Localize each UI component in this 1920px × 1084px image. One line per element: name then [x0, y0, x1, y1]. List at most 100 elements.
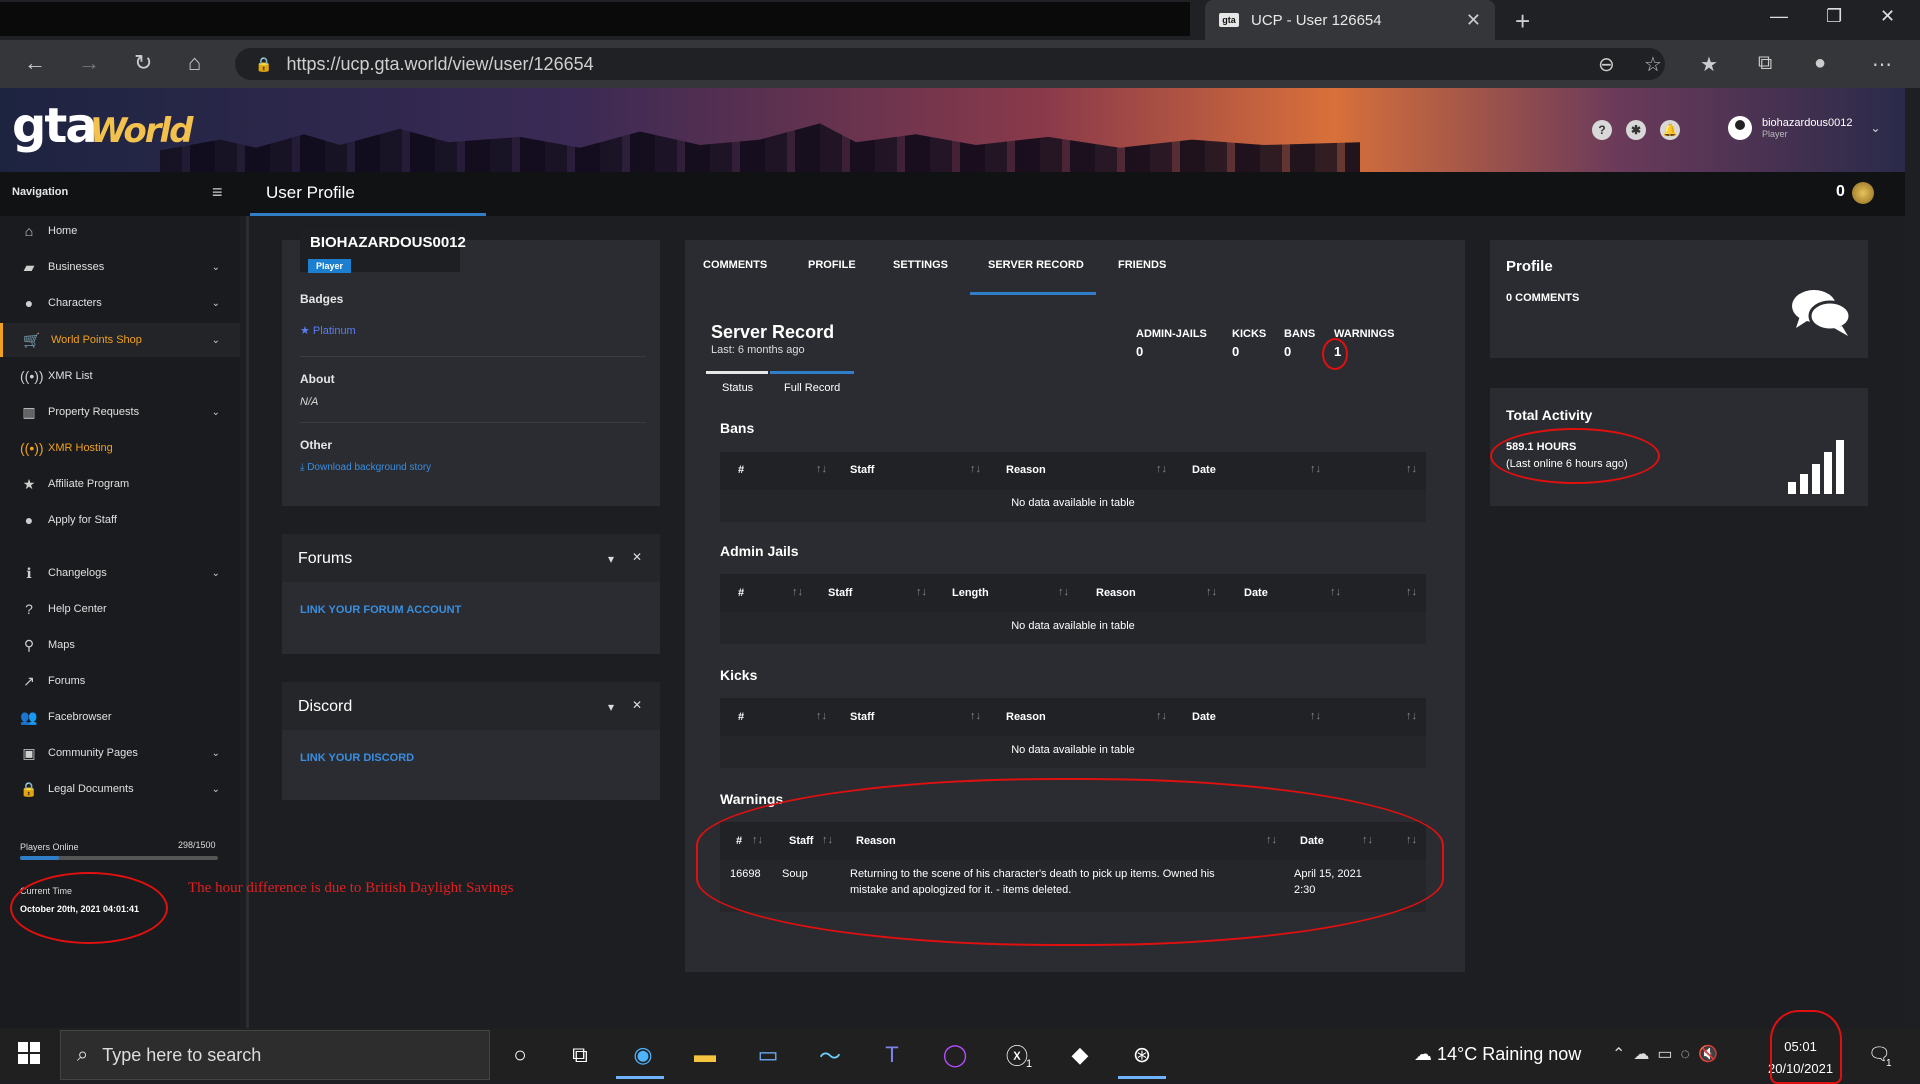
column-header-staff[interactable]: Staff — [850, 711, 874, 723]
sort-icon[interactable]: ↑↓ — [1156, 710, 1167, 722]
profile-icon[interactable]: ● — [1814, 52, 1826, 75]
cortana-icon[interactable]: ○ — [505, 1040, 535, 1070]
sort-icon[interactable]: ↑↓ — [1330, 586, 1341, 598]
system-tray-icons[interactable]: ⌃☁▭◌🔇 — [1612, 1044, 1726, 1064]
sort-icon[interactable]: ↑↓ — [1206, 586, 1217, 598]
favorites-icon[interactable]: ★ — [1700, 52, 1718, 77]
sidebar-item-maps[interactable]: ⚲ Maps — [0, 628, 240, 662]
hamburger-icon[interactable]: ≡ — [212, 182, 223, 203]
collapse-icon[interactable]: ▾ — [608, 552, 614, 566]
column-header-date[interactable]: Date — [1192, 711, 1216, 723]
sidebar-item-help-center[interactable]: ? Help Center — [0, 592, 240, 626]
badge-platinum[interactable]: ★ Platinum — [300, 324, 356, 337]
link-forum-account-link[interactable]: LINK YOUR FORUM ACCOUNT — [300, 604, 461, 616]
file-explorer-icon[interactable]: ▬ — [690, 1040, 720, 1070]
sidebar-item-changelogs[interactable]: ℹ Changelogs ⌄ — [0, 556, 240, 590]
weather-widget[interactable]: ☁ 14°C Raining now — [1414, 1044, 1581, 1065]
help-icon[interactable]: ? — [1592, 120, 1612, 140]
sort-icon[interactable]: ↑↓ — [970, 463, 981, 475]
link-discord-link[interactable]: LINK YOUR DISCORD — [300, 752, 414, 764]
sidebar-item-characters[interactable]: ● Characters ⌄ — [0, 286, 240, 320]
edge-browser-icon[interactable]: ◉ — [628, 1040, 658, 1070]
column-header-number[interactable]: # — [738, 711, 744, 723]
sort-icon[interactable]: ↑↓ — [916, 586, 927, 598]
browser-tab[interactable]: gta UCP - User 126654 ✕ — [1205, 0, 1495, 40]
column-header-number[interactable]: # — [738, 464, 744, 476]
sort-icon[interactable]: ↑↓ — [1156, 463, 1167, 475]
subtab-full-record[interactable]: Full Record — [784, 382, 840, 394]
zoom-icon[interactable]: ⊖ — [1598, 52, 1615, 77]
dolphin-icon[interactable]: 〜 — [815, 1040, 845, 1070]
minimize-icon[interactable]: — — [1770, 6, 1788, 27]
sidebar-item-world-points-shop[interactable]: 🛒 World Points Shop ⌄ — [0, 323, 240, 357]
column-header-date[interactable]: Date — [1244, 587, 1268, 599]
more-icon[interactable]: ⋯ — [1872, 52, 1892, 77]
close-icon[interactable]: ✕ — [632, 698, 642, 712]
sidebar-item-legal-documents[interactable]: 🔒 Legal Documents ⌄ — [0, 772, 240, 806]
sidebar-item-home[interactable]: ⌂ Home — [0, 214, 240, 248]
sidebar-item-businesses[interactable]: ▰ Businesses ⌄ — [0, 250, 240, 284]
comments-count[interactable]: 0 COMMENTS — [1506, 292, 1579, 304]
close-window-icon[interactable]: ✕ — [1880, 6, 1895, 27]
close-tab-icon[interactable]: ✕ — [1466, 10, 1481, 31]
gta-world-logo[interactable]: gtaWorld — [12, 98, 193, 154]
sidebar-item-facebrowser[interactable]: 👥 Facebrowser — [0, 700, 240, 734]
column-header-date[interactable]: Date — [1192, 464, 1216, 476]
column-header-reason[interactable]: Reason — [1096, 587, 1136, 599]
refresh-icon[interactable]: ↻ — [134, 50, 152, 76]
stack-icon[interactable]: ◆ — [1065, 1040, 1095, 1070]
sort-icon[interactable]: ↑↓ — [1310, 710, 1321, 722]
column-header-staff[interactable]: Staff — [850, 464, 874, 476]
back-icon[interactable]: ← — [24, 50, 46, 76]
restore-icon[interactable]: ❐ — [1826, 6, 1842, 27]
tab-settings[interactable]: SETTINGS — [893, 259, 948, 271]
sort-icon[interactable]: ↑↓ — [970, 710, 981, 722]
sidebar-item-xmr-hosting[interactable]: ((•)) XMR Hosting — [0, 431, 240, 465]
column-header-number[interactable]: # — [738, 587, 744, 599]
add-favorite-icon[interactable]: ☆ — [1644, 52, 1662, 77]
tab-friends[interactable]: FRIENDS — [1118, 259, 1166, 271]
close-icon[interactable]: ✕ — [632, 550, 642, 564]
sidebar-item-forums[interactable]: ↗ Forums — [0, 664, 240, 698]
teams-icon[interactable]: T — [877, 1040, 907, 1070]
column-header-length[interactable]: Length — [952, 587, 989, 599]
sidebar-item-apply-for-staff[interactable]: ● Apply for Staff — [0, 503, 240, 537]
windows-start-icon[interactable] — [18, 1042, 40, 1064]
download-background-story-link[interactable]: ⤓ Download background story — [300, 462, 431, 473]
sort-icon[interactable]: ↑↓ — [1310, 463, 1321, 475]
bell-icon[interactable]: 🔔 — [1660, 120, 1680, 140]
column-header-reason[interactable]: Reason — [1006, 711, 1046, 723]
page-scrollbar[interactable] — [1905, 88, 1920, 1028]
column-header-staff[interactable]: Staff — [828, 587, 852, 599]
coin-icon[interactable] — [1852, 182, 1874, 204]
tab-comments[interactable]: COMMENTS — [703, 259, 767, 271]
new-tab-icon[interactable]: + — [1515, 6, 1530, 37]
task-view-icon[interactable]: ⧉ — [565, 1040, 595, 1070]
sort-icon[interactable]: ↑↓ — [1406, 463, 1417, 475]
taskbar-search-box[interactable]: ⌕ Type here to search — [60, 1030, 490, 1080]
sidebar-item-property-requests[interactable]: ▥ Property Requests ⌄ — [0, 395, 240, 429]
column-header-reason[interactable]: Reason — [1006, 464, 1046, 476]
sidebar-item-community-pages[interactable]: ▣ Community Pages ⌄ — [0, 736, 240, 770]
collapse-icon[interactable]: ▾ — [608, 700, 614, 714]
remote-desktop-icon[interactable]: ▭ — [753, 1040, 783, 1070]
forward-icon[interactable]: → — [78, 50, 100, 76]
gta-app-icon[interactable]: ⊛ — [1127, 1040, 1157, 1070]
tab-profile[interactable]: PROFILE — [808, 259, 856, 271]
sidebar-item-xmr-list[interactable]: ((•)) XMR List — [0, 359, 240, 393]
tab-server-record[interactable]: SERVER RECORD — [988, 259, 1084, 271]
subtab-status[interactable]: Status — [722, 382, 753, 394]
sort-icon[interactable]: ↑↓ — [816, 710, 827, 722]
settings-icon[interactable]: ✱ — [1626, 120, 1646, 140]
home-icon[interactable]: ⌂ — [188, 50, 201, 76]
user-menu[interactable]: biohazardous0012 Player ⌄ — [1728, 116, 1881, 140]
sort-icon[interactable]: ↑↓ — [1406, 710, 1417, 722]
cortana-ring-icon[interactable]: ◯ — [940, 1040, 970, 1070]
sort-icon[interactable]: ↑↓ — [816, 463, 827, 475]
sort-icon[interactable]: ↑↓ — [1058, 586, 1069, 598]
sort-icon[interactable]: ↑↓ — [792, 586, 803, 598]
sort-icon[interactable]: ↑↓ — [1406, 586, 1417, 598]
sidebar-item-affiliate-program[interactable]: ★ Affiliate Program — [0, 467, 240, 501]
url-field[interactable]: 🔒 https://ucp.gta.world/view/user/126654 — [235, 48, 1665, 80]
collections-icon[interactable]: ⧉ — [1758, 52, 1772, 75]
